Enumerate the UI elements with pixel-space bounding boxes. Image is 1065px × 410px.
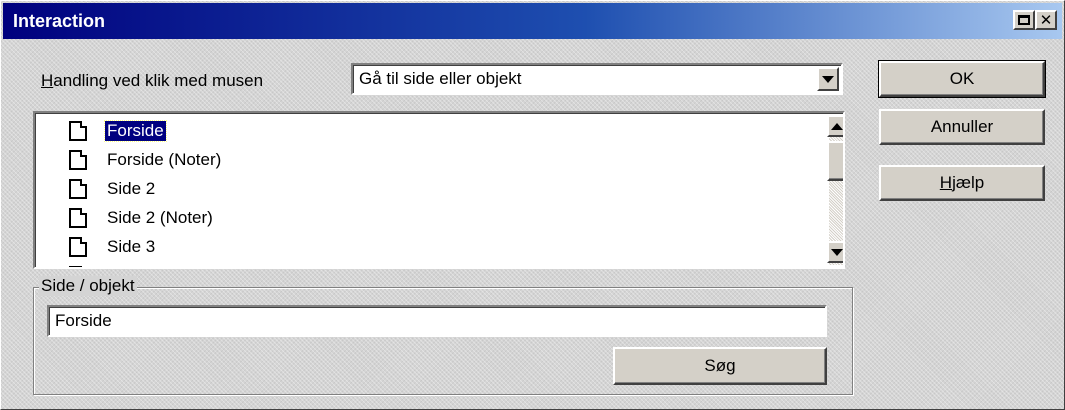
search-button[interactable]: Søg [613, 347, 827, 385]
help-label: jælp [952, 173, 985, 192]
window-title: Interaction [13, 11, 106, 31]
chevron-down-icon [822, 75, 834, 83]
list-item-partial [69, 262, 105, 267]
dialog-window: Interaction ✕ Handling ved klik med muse… [0, 0, 1065, 410]
list-item-label: Side 3 [107, 237, 156, 256]
maximize-button[interactable] [1013, 10, 1035, 30]
list-item-label: Side 2 (Noter) [107, 208, 213, 227]
list-item[interactable]: Forside [69, 117, 167, 145]
list-item[interactable]: Side 3 [69, 233, 157, 261]
chevron-down-icon [831, 248, 843, 256]
ok-button[interactable]: OK [878, 60, 1046, 98]
close-button[interactable]: ✕ [1035, 10, 1057, 30]
list-item[interactable]: Side 2 (Noter) [69, 204, 215, 232]
page-icon [69, 208, 87, 228]
list-item[interactable]: Forside (Noter) [69, 146, 223, 174]
page-icon [69, 266, 87, 267]
page-object-field[interactable]: Forside [47, 305, 827, 337]
page-icon [69, 121, 87, 141]
help-button[interactable]: Hjælp [879, 165, 1045, 201]
cancel-button[interactable]: Annuller [879, 109, 1045, 145]
scroll-thumb[interactable] [827, 141, 843, 181]
group-legend: Side / objekt [39, 276, 137, 296]
maximize-icon [1018, 15, 1030, 25]
action-dropdown-arrow[interactable] [817, 67, 839, 91]
scroll-up-button[interactable] [827, 115, 843, 137]
list-scrollbar[interactable] [827, 115, 843, 265]
page-list[interactable]: Forside Forside (Noter) Side 2 Side 2 (Note… [33, 111, 845, 269]
list-item-label: Forside (Noter) [107, 150, 222, 169]
scroll-down-button[interactable] [827, 241, 843, 263]
page-object-value: Forside [55, 311, 112, 330]
help-accelerator: H [939, 173, 953, 192]
chevron-up-icon [831, 122, 843, 130]
list-item-label: Forside [104, 120, 167, 142]
list-item-label: Side 2 [107, 179, 156, 198]
page-icon [69, 237, 87, 257]
title-bar[interactable]: Interaction ✕ [3, 3, 1062, 39]
action-dropdown-value: Gå til side eller objekt [359, 69, 522, 88]
action-label-accelerator: H [41, 71, 54, 90]
action-label-text: andling ved klik med musen [53, 71, 264, 90]
action-dropdown[interactable]: Gå til side eller objekt [351, 63, 843, 95]
close-icon: ✕ [1039, 11, 1053, 29]
list-item[interactable]: Side 2 [69, 175, 157, 203]
page-icon [69, 150, 87, 170]
action-label: Handling ved klik med musen [41, 71, 263, 91]
page-icon [69, 179, 87, 199]
